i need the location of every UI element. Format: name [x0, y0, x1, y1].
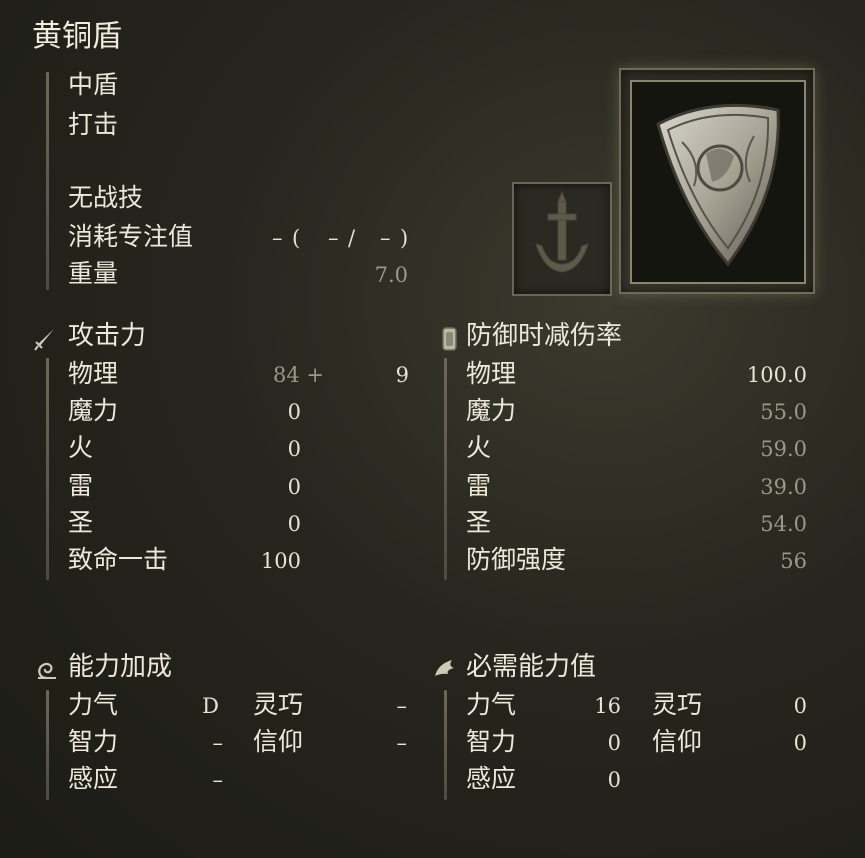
brass-shield-image	[656, 103, 780, 267]
scaling-arc-label: 感应	[68, 764, 119, 793]
scaling-arc-value: –	[212, 768, 224, 792]
req-int-value: 0	[607, 731, 621, 755]
attack-type: 打击	[68, 110, 119, 139]
attack-row-label: 物理	[68, 359, 119, 388]
defense-row-label: 防御强度	[466, 545, 567, 574]
requirements-wing-icon	[435, 660, 454, 676]
defense-row-value: 100.0	[746, 363, 807, 387]
defense-row-value: 59.0	[760, 437, 807, 461]
fp-slash: /	[348, 226, 356, 250]
defense-header: 防御时减伤率	[466, 321, 623, 351]
fp-dash-3: –	[380, 226, 391, 250]
defense-divider	[444, 358, 447, 580]
req-arc-value: 0	[607, 768, 621, 792]
defense-row-label: 物理	[466, 359, 517, 388]
affinity-slot	[512, 182, 612, 296]
req-str-label: 力气	[466, 690, 517, 719]
defense-row-label: 雷	[466, 471, 492, 500]
attack-row-label: 致命一击	[68, 545, 169, 574]
attack-row-value: 0	[287, 400, 301, 424]
attack-divider	[46, 358, 49, 580]
fp-paren-open: (	[292, 226, 301, 250]
scaling-fai-value: –	[396, 731, 408, 755]
requirements-header: 必需能力值	[466, 652, 597, 682]
scaling-dex-label: 灵巧	[253, 690, 304, 719]
attack-row-label: 火	[68, 433, 94, 462]
scaling-str-label: 力气	[68, 690, 119, 719]
shield-guard-icon	[442, 327, 457, 351]
sword-icon	[34, 329, 54, 351]
req-dex-label: 灵巧	[652, 690, 703, 719]
fp-paren-close: )	[400, 226, 409, 250]
sword-anchor-icon	[535, 190, 589, 273]
attack-row-bonus: 9	[395, 363, 409, 387]
req-int-label: 智力	[466, 727, 517, 756]
item-type: 中盾	[68, 70, 119, 99]
defense-row-value: 54.0	[760, 512, 807, 536]
attack-row-value: 0	[287, 475, 301, 499]
req-str-value: 16	[594, 694, 621, 718]
attack-header: 攻击力	[68, 321, 147, 351]
attack-row-label: 雷	[68, 471, 94, 500]
fp-dash-2: –	[328, 226, 339, 250]
fp-dash-1: –	[272, 226, 283, 250]
scaling-fai-label: 信仰	[253, 727, 304, 756]
attack-row-value: 0	[287, 512, 301, 536]
req-fai-value: 0	[793, 731, 807, 755]
requirements-divider	[444, 690, 447, 800]
scaling-divider	[46, 690, 49, 800]
divider-line	[46, 72, 49, 290]
defense-row-value: 39.0	[760, 475, 807, 499]
req-dex-value: 0	[793, 694, 807, 718]
defense-row-value: 56	[780, 549, 807, 573]
defense-row-value: 55.0	[760, 400, 807, 424]
attack-row-value: 0	[287, 437, 301, 461]
skill-name: 无战技	[68, 183, 144, 212]
req-arc-label: 感应	[466, 764, 517, 793]
attack-row-label: 魔力	[68, 396, 119, 425]
scaling-int-value: –	[212, 731, 224, 755]
weight-label: 重量	[68, 259, 119, 288]
defense-row-label: 火	[466, 433, 492, 462]
defense-row-label: 圣	[466, 508, 492, 537]
scaling-str-value: D	[202, 694, 219, 718]
scaling-dex-value: –	[396, 694, 408, 718]
item-image-panel	[630, 80, 806, 284]
attack-row-value: 84 +	[273, 363, 324, 387]
scaling-int-label: 智力	[68, 727, 119, 756]
attack-row-label: 圣	[68, 508, 94, 537]
weight-value: 7.0	[374, 263, 408, 287]
scaling-header: 能力加成	[68, 652, 173, 682]
fp-cost-label: 消耗专注值	[68, 222, 194, 251]
req-fai-label: 信仰	[652, 727, 703, 756]
attack-row-value: 100	[260, 549, 301, 573]
item-name: 黄铜盾	[32, 19, 122, 54]
scaling-swirl-icon	[38, 662, 56, 680]
defense-row-label: 魔力	[466, 396, 517, 425]
